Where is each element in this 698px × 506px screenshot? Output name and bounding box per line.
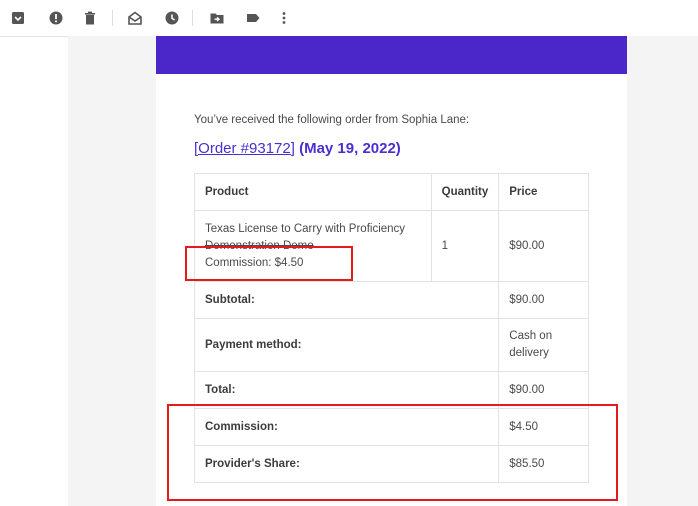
snooze-icon[interactable] [164, 10, 180, 26]
product-cell: Texas License to Carry with Proficiency … [194, 210, 432, 282]
mark-unread-icon[interactable] [127, 10, 143, 26]
product-name-line2: Demonstration Demo [205, 239, 314, 252]
quantity-cell: 1 [430, 210, 500, 282]
email-body: You’ve received the following order from… [156, 36, 627, 506]
email-toolbar [0, 0, 698, 37]
table-row: Texas License to Carry with Proficiency … [194, 210, 589, 282]
toolbar-divider [192, 10, 193, 26]
provider-share-label: Provider's Share: [193, 445, 500, 483]
label-icon[interactable] [245, 10, 261, 26]
more-vert-icon[interactable] [276, 10, 292, 26]
order-link[interactable]: [Order #93172] [194, 140, 295, 157]
header-price: Price [498, 173, 589, 211]
payment-method-label: Payment method: [193, 318, 500, 372]
item-commission: Commission: $4.50 [205, 256, 304, 269]
intro-text: You’ve received the following order from… [194, 114, 470, 126]
subtotal-row: Subtotal: $90.00 [193, 281, 589, 319]
header-product: Product [194, 173, 432, 211]
toolbar-divider [112, 10, 113, 26]
order-table: Product Quantity Price Texas License to … [193, 173, 589, 483]
commission-row: Commission: $4.50 [193, 408, 589, 446]
archive-icon[interactable] [10, 10, 26, 26]
provider-share-row: Provider's Share: $85.50 [193, 445, 589, 483]
commission-value: $4.50 [498, 408, 589, 446]
order-heading: [Order #93172] (May 19, 2022) [194, 140, 401, 157]
delete-icon[interactable] [82, 10, 98, 26]
payment-method-value: Cash on delivery [498, 318, 589, 372]
subtotal-value: $90.00 [498, 281, 589, 319]
provider-share-value: $85.50 [498, 445, 589, 483]
message-background-left [68, 36, 156, 506]
message-background-right [627, 36, 698, 506]
total-row: Total: $90.00 [193, 371, 589, 409]
report-spam-icon[interactable] [48, 10, 64, 26]
price-cell: $90.00 [498, 210, 589, 282]
total-label: Total: [193, 371, 500, 409]
order-date: (May 19, 2022) [299, 140, 401, 157]
product-name-line1: Texas License to Carry with Proficiency [205, 222, 406, 235]
header-quantity: Quantity [430, 173, 500, 211]
table-header-row: Product Quantity Price [194, 173, 589, 211]
subtotal-label: Subtotal: [193, 281, 500, 319]
move-to-icon[interactable] [209, 10, 225, 26]
email-header-banner [156, 36, 627, 74]
commission-label: Commission: [193, 408, 500, 446]
total-value: $90.00 [498, 371, 589, 409]
payment-method-row: Payment method: Cash on delivery [193, 318, 589, 372]
